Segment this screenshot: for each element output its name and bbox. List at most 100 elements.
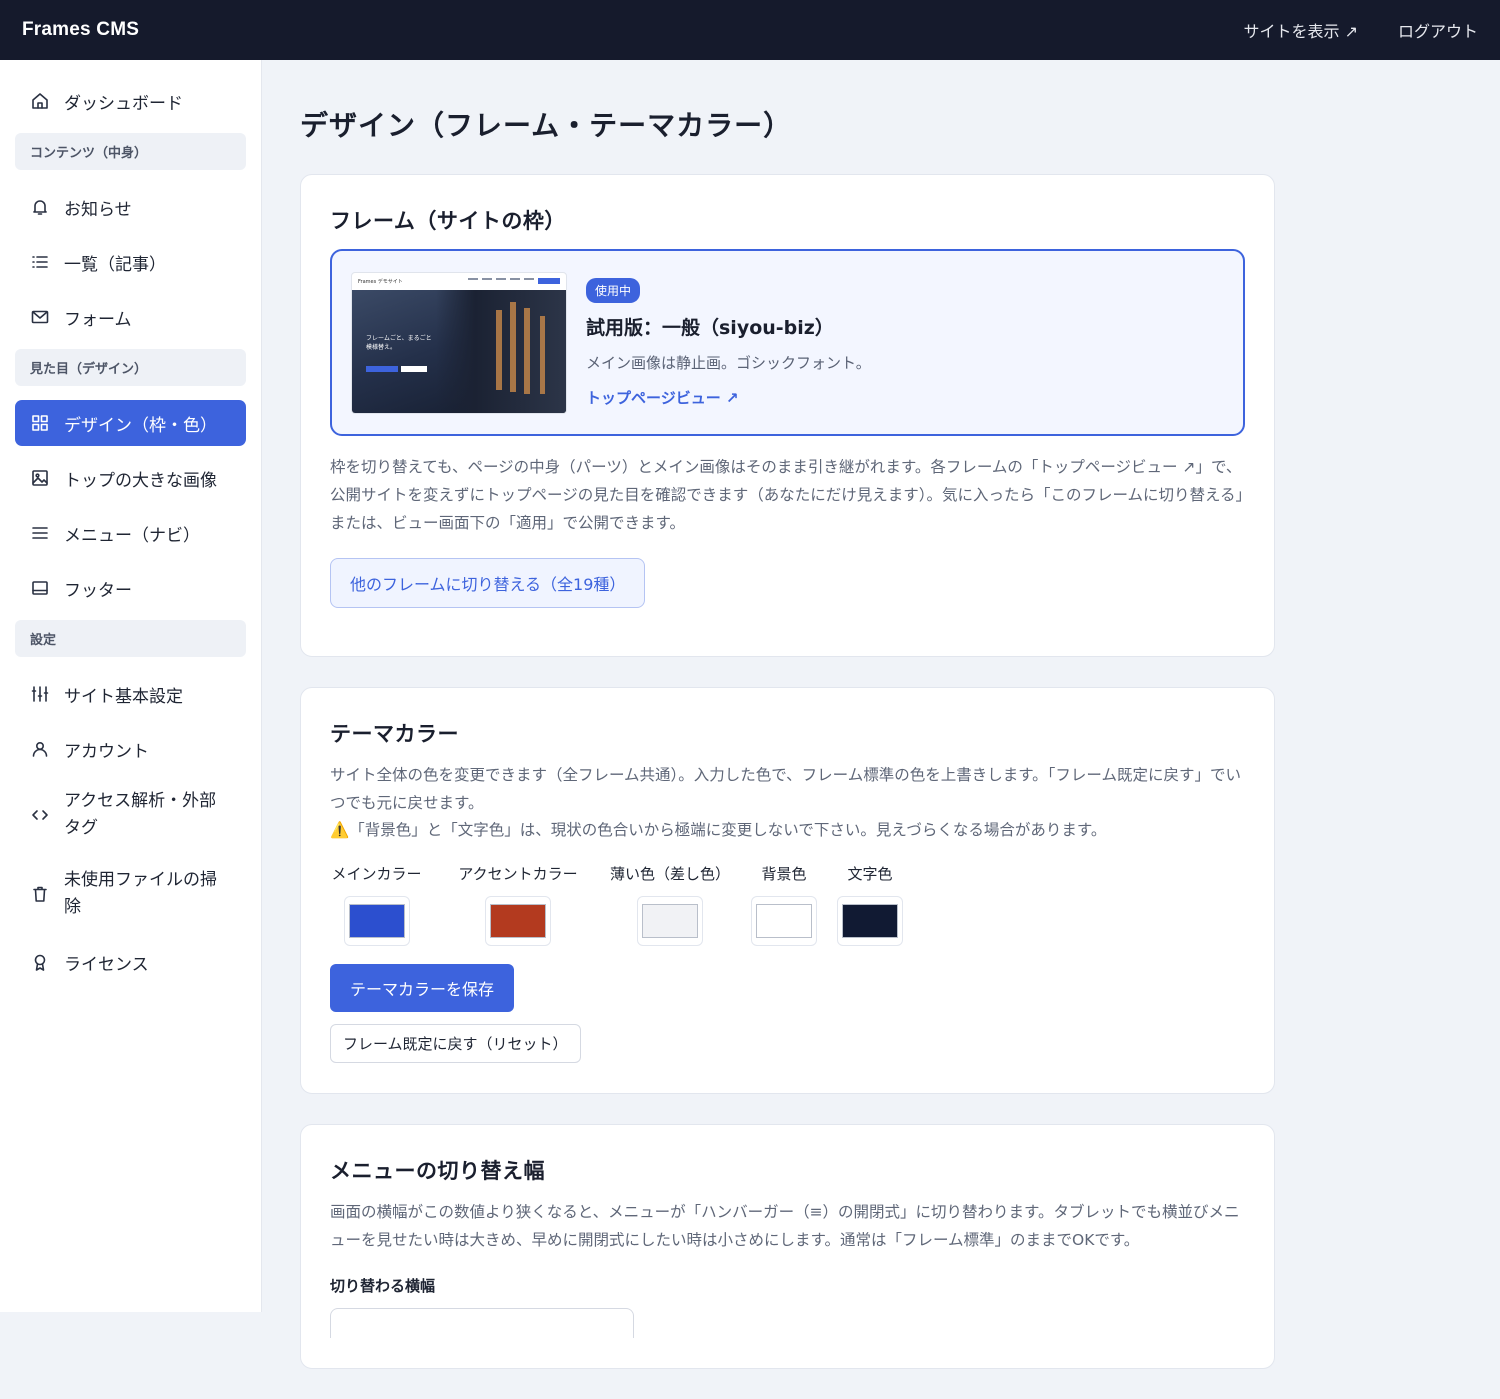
switch-frame-button[interactable]: 他のフレームに切り替える（全19種）: [330, 557, 646, 608]
sidebar-item-label: サイト基本設定: [64, 686, 183, 707]
reset-theme-button[interactable]: フレーム既定に戻す（リセット）: [330, 1024, 581, 1064]
home-icon: [30, 91, 50, 111]
trash-icon: [30, 884, 50, 904]
light-color-picker[interactable]: [637, 896, 703, 947]
color-label: 文字色: [847, 865, 893, 884]
color-main: メインカラー: [330, 863, 423, 947]
frame-card: フレーム（サイトの枠） Frames デモサイト フレームごと、まるごと模様替え…: [300, 174, 1275, 657]
color-accent: アクセントカラー: [443, 863, 593, 947]
menu-width-select[interactable]: [330, 1308, 634, 1339]
frame-explanation: 枠を切り替えても、ページの中身（パーツ）とメイン画像はそのまま引き継がれます。各…: [330, 458, 1244, 532]
thumbnail-hero-image: フレームごと、まるごと模様替え。: [352, 289, 566, 413]
section-label-appearance: 見た目（デザイン）: [15, 349, 246, 386]
frame-thumbnail: Frames デモサイト フレームごと、まるごと模様替え。: [352, 272, 566, 413]
frame-heading: フレーム（サイトの枠）: [330, 209, 566, 233]
section-label-content: コンテンツ（中身）: [15, 133, 246, 170]
sidebar-item-license[interactable]: ライセンス: [15, 939, 246, 985]
sidebar-item-articles[interactable]: 一覧（記事）: [15, 239, 246, 285]
sliders-icon: [30, 684, 50, 704]
accent-color-picker[interactable]: [485, 896, 551, 947]
sidebar-item-label: トップの大きな画像: [64, 470, 217, 491]
color-light: 薄い色（差し色）: [605, 863, 735, 947]
theme-heading: テーマカラー: [330, 721, 459, 746]
sidebar-item-label: メニュー（ナビ）: [64, 525, 200, 546]
color-swatch: [348, 904, 405, 939]
sidebar-item-account[interactable]: アカウント: [15, 726, 246, 772]
thumbnail-buttons: [366, 365, 427, 372]
section-label-settings: 設定: [15, 620, 246, 657]
color-label: 背景色: [761, 865, 807, 884]
sidebar-item-cleanup[interactable]: 未使用ファイルの掃除: [15, 858, 246, 930]
sidebar-item-form[interactable]: フォーム: [15, 294, 246, 340]
frame-name: 試用版：一般（siyou-biz）: [586, 316, 834, 339]
color-text: 文字色: [833, 863, 907, 947]
sidebar-item-news[interactable]: お知らせ: [15, 184, 246, 230]
main-content: デザイン（フレーム・テーマカラー） フレーム（サイトの枠） Frames デモサ…: [300, 60, 1275, 1399]
sidebar-item-design[interactable]: デザイン（枠・色）: [15, 400, 246, 446]
color-label: アクセントカラー: [458, 865, 578, 884]
list-icon: [30, 252, 50, 272]
color-label: 薄い色（差し色）: [609, 865, 730, 884]
background-color-picker[interactable]: [751, 896, 817, 947]
mail-icon: [30, 307, 50, 327]
text-color-picker[interactable]: [837, 896, 903, 947]
footer-icon: [30, 578, 50, 598]
sidebar-item-menu[interactable]: メニュー（ナビ）: [15, 510, 246, 556]
brand-logo[interactable]: Frames CMS: [22, 19, 139, 41]
color-swatch: [490, 904, 546, 939]
grid-icon: [30, 413, 50, 433]
theme-warning: ⚠️「背景色」と「文字色」は、現状の色合いから極端に変更しないで下さい。見えづら…: [330, 821, 1107, 840]
sidebar-item-footer[interactable]: フッター: [15, 565, 246, 611]
sidebar-item-label: フッター: [64, 580, 132, 601]
top-links: サイトを表示 ↗ ログアウト: [1243, 18, 1478, 42]
sidebar-item-label: 未使用ファイルの掃除: [64, 869, 217, 917]
sidebar-item-label: アカウント: [64, 741, 149, 762]
sidebar-item-label: 一覧（記事）: [64, 254, 166, 275]
top-bar: Frames CMS サイトを表示 ↗ ログアウト: [0, 0, 1500, 60]
thumbnail-building: [436, 289, 566, 413]
thumbnail-header: Frames デモサイト: [352, 273, 566, 290]
color-label: メインカラー: [331, 865, 422, 884]
code-icon: [30, 805, 50, 825]
page-title: デザイン（フレーム・テーマカラー）: [300, 109, 793, 142]
image-icon: [30, 468, 50, 488]
thumbnail-nav: [468, 278, 560, 284]
status-badge: 使用中: [586, 277, 641, 303]
menu-width-heading: メニューの切り替え幅: [330, 1159, 545, 1184]
color-swatch: [642, 904, 698, 939]
theme-color-card: テーマカラー サイト全体の色を変更できます（全フレーム共通）。入力した色で、フレ…: [300, 686, 1275, 1095]
main-color-picker[interactable]: [343, 896, 410, 947]
sidebar-item-site-settings[interactable]: サイト基本設定: [15, 671, 246, 717]
sidebar-item-label: お知らせ: [64, 199, 132, 220]
sidebar-item-label: デザイン（枠・色）: [64, 415, 217, 436]
view-site-link[interactable]: サイトを表示 ↗: [1243, 18, 1358, 42]
theme-description: サイト全体の色を変更できます（全フレーム共通）。入力した色で、フレーム標準の色を…: [330, 765, 1241, 812]
top-page-view-link[interactable]: トップページビュー ↗: [586, 387, 871, 408]
menu-width-card: メニューの切り替え幅 画面の横幅がこの数値より狭くなると、メニューが「ハンバーガ…: [300, 1124, 1275, 1370]
color-pickers: メインカラー アクセントカラー 薄い色（差し色） 背景色 文字色: [330, 863, 1245, 947]
sidebar-item-label: ライセンス: [64, 954, 149, 975]
save-theme-button[interactable]: テーマカラーを保存: [330, 964, 515, 1013]
frame-info: 使用中 試用版：一般（siyou-biz） メイン画像は静止画。ゴシックフォント…: [586, 277, 871, 408]
sidebar-item-dashboard[interactable]: ダッシュボード: [15, 78, 246, 124]
bell-icon: [30, 197, 50, 217]
award-icon: [30, 952, 50, 972]
sidebar: ダッシュボード コンテンツ（中身） お知らせ 一覧（記事） フォーム 見た目（デ…: [0, 60, 262, 1312]
current-frame-box: Frames デモサイト フレームごと、まるごと模様替え。 使用中 試用版：一般…: [330, 249, 1245, 436]
sidebar-item-label: ダッシュボード: [64, 93, 183, 114]
frame-description: メイン画像は静止画。ゴシックフォント。: [586, 353, 871, 372]
color-swatch: [842, 904, 898, 939]
sidebar-item-hero[interactable]: トップの大きな画像: [15, 455, 246, 501]
color-background: 背景色: [747, 863, 821, 947]
thumbnail-tagline: フレームごと、まるごと模様替え。: [366, 334, 432, 351]
sidebar-item-analytics[interactable]: アクセス解析・外部タグ: [15, 781, 246, 849]
menu-width-field-label: 切り替わる横幅: [330, 1277, 436, 1296]
sidebar-item-label: アクセス解析・外部タグ: [64, 790, 217, 838]
sidebar-item-label: フォーム: [64, 309, 132, 330]
thumbnail-brand: Frames デモサイト: [358, 278, 403, 285]
menu-width-description: 画面の横幅がこの数値より狭くなると、メニューが「ハンバーガー（≡）の開閉式」に切…: [330, 1203, 1240, 1250]
user-icon: [30, 739, 50, 759]
menu-icon: [30, 523, 50, 543]
color-swatch: [756, 904, 812, 939]
logout-link[interactable]: ログアウト: [1398, 18, 1478, 42]
